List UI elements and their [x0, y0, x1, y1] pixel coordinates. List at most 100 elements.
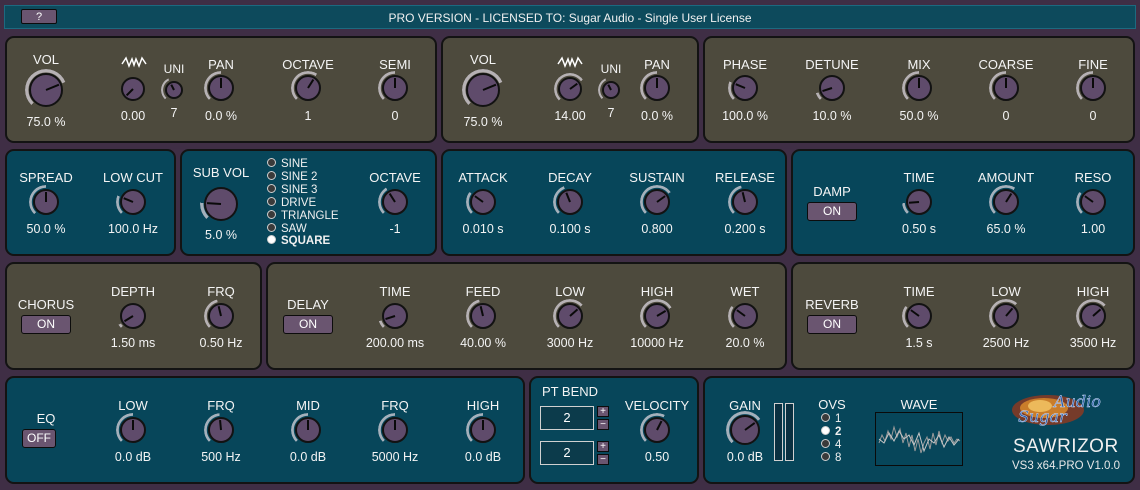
osc1-pan-value: 0.0 % — [205, 109, 237, 123]
eq-mid-knob[interactable] — [295, 417, 321, 443]
gain-knob[interactable] — [730, 415, 760, 445]
pt-bend-down-plus-button[interactable]: + — [597, 441, 609, 452]
pt-bend-up-plus-button[interactable]: + — [597, 406, 609, 417]
eq-frq2-knob[interactable] — [382, 417, 408, 443]
osc1-octave-knob-pointer — [307, 78, 315, 89]
delay-low-knob[interactable] — [557, 303, 583, 329]
pt-bend-down-minus-button[interactable]: − — [597, 454, 609, 465]
chorus-frq-knob[interactable] — [208, 303, 234, 329]
pt-bend-up-minus-button[interactable]: − — [597, 419, 609, 430]
low-cut-knob[interactable] — [120, 189, 146, 215]
ovs-option-8[interactable]: 8 — [821, 452, 841, 464]
sub-vol-knob[interactable] — [204, 187, 238, 221]
sub-wave-option-triangle[interactable]: TRIANGLE — [267, 209, 339, 222]
pt-bend-down-value[interactable]: 2 — [540, 441, 594, 465]
osc1-unison-detune-knob[interactable] — [121, 77, 145, 101]
osc2-pan-label: PAN — [644, 57, 670, 72]
osc1-pan-knob[interactable] — [208, 75, 234, 101]
decay-value: 0.100 s — [549, 222, 591, 236]
osc1-uni-knob[interactable] — [165, 81, 183, 99]
delay-time-knob[interactable] — [382, 303, 408, 329]
delay-toggle[interactable]: ON — [283, 315, 333, 334]
amount-knob[interactable] — [993, 189, 1019, 215]
osc2-unison-detune-knob[interactable] — [558, 77, 582, 101]
reso-knob[interactable] — [1080, 189, 1106, 215]
eq-low-knob-pointer — [132, 419, 134, 430]
eq-high-knob-pointer — [482, 419, 484, 430]
reverb-low-knob[interactable] — [993, 303, 1019, 329]
reverb-high-label: HIGH — [1076, 284, 1110, 299]
reverb-high-knob[interactable] — [1080, 303, 1106, 329]
depth-knob[interactable] — [120, 303, 146, 329]
depth-label: DEPTH — [110, 284, 156, 299]
reverb-time-knob[interactable] — [906, 303, 932, 329]
delay-high-knob-pointer — [656, 309, 667, 317]
damp-time-value: 0.50 s — [901, 222, 937, 236]
mix-knob[interactable] — [906, 75, 932, 101]
sustain-knob[interactable] — [644, 189, 670, 215]
sub-wave-option-drive[interactable]: DRIVE — [267, 196, 316, 209]
eq-low-knob[interactable] — [120, 417, 146, 443]
osc1-octave-knob[interactable] — [295, 75, 321, 101]
eq-frq1-knob[interactable] — [208, 417, 234, 443]
pt-bend-up-value[interactable]: 2 — [540, 406, 594, 430]
eq-high-knob[interactable] — [470, 417, 496, 443]
radio-dot-icon — [821, 439, 830, 448]
product-version: VS3 x64.PRO V1.0.0 — [1012, 460, 1121, 472]
sub-wave-option-square[interactable]: SQUARE — [267, 235, 330, 247]
damp-toggle[interactable]: ON — [807, 202, 857, 221]
amount-value: 65.0 % — [986, 222, 1026, 236]
sub-wave-label: SQUARE — [281, 235, 331, 248]
spread-knob[interactable] — [33, 189, 59, 215]
release-knob[interactable] — [732, 189, 758, 215]
sub-wave-option-sine-3[interactable]: SINE 3 — [267, 183, 317, 196]
osc1-vol-knob[interactable] — [29, 73, 63, 107]
license-text: PRO VERSION - LICENSED TO: Sugar Audio -… — [388, 11, 752, 25]
coarse-label: COARSE — [978, 57, 1034, 72]
reverb-toggle[interactable]: ON — [807, 315, 857, 334]
osc1-semi-value: 0 — [391, 109, 399, 123]
osc2-uni-value: 7 — [607, 106, 615, 120]
detune-knob[interactable] — [819, 75, 845, 101]
phase-label: PHASE — [722, 57, 768, 72]
sub-wave-option-saw[interactable]: SAW — [267, 222, 307, 235]
osc1-semi-knob[interactable] — [382, 75, 408, 101]
sub-wave-option-sine-2[interactable]: SINE 2 — [267, 170, 317, 183]
damp-time-knob[interactable] — [906, 189, 932, 215]
phase-knob[interactable] — [732, 75, 758, 101]
attack-value: 0.010 s — [462, 222, 504, 236]
radio-dot-icon — [821, 426, 830, 435]
feed-knob[interactable] — [470, 303, 496, 329]
ovs-option-4[interactable]: 4 — [821, 439, 841, 451]
fine-knob[interactable] — [1080, 75, 1106, 101]
chorus-toggle[interactable]: ON — [21, 315, 71, 334]
sustain-value: 0.800 — [641, 222, 673, 236]
low-cut-knob-pointer — [123, 197, 134, 203]
velocity-knob[interactable] — [644, 417, 670, 443]
attack-knob[interactable] — [470, 189, 496, 215]
wet-value: 20.0 % — [725, 336, 765, 350]
eq-panel — [5, 376, 525, 484]
reverb-time-label: TIME — [903, 284, 935, 299]
fine-knob-pointer — [1092, 77, 1094, 88]
coarse-knob[interactable] — [993, 75, 1019, 101]
osc1-pan-knob-pointer — [220, 77, 222, 88]
eq-frq2-value: 5000 Hz — [371, 450, 419, 464]
eq-low-label: LOW — [118, 398, 148, 413]
sub-wave-label: SAW — [281, 222, 307, 235]
eq-low-value: 0.0 dB — [114, 450, 152, 464]
delay-high-label: HIGH — [640, 284, 674, 299]
decay-knob[interactable] — [557, 189, 583, 215]
osc2-uni-knob[interactable] — [602, 81, 620, 99]
eq-toggle[interactable]: OFF — [22, 429, 56, 448]
ovs-option-1[interactable]: 1 — [821, 413, 841, 425]
sub-octave-knob[interactable] — [382, 189, 408, 215]
delay-high-knob[interactable] — [644, 303, 670, 329]
wet-knob[interactable] — [732, 303, 758, 329]
ovs-option-2[interactable]: 2 — [821, 426, 841, 438]
osc2-pan-knob[interactable] — [644, 75, 670, 101]
sub-wave-option-sine[interactable]: SINE — [267, 158, 308, 170]
amount-knob-pointer — [1005, 192, 1013, 203]
osc2-vol-knob[interactable] — [466, 73, 500, 107]
pt-bend-label: PT BEND — [541, 384, 599, 399]
